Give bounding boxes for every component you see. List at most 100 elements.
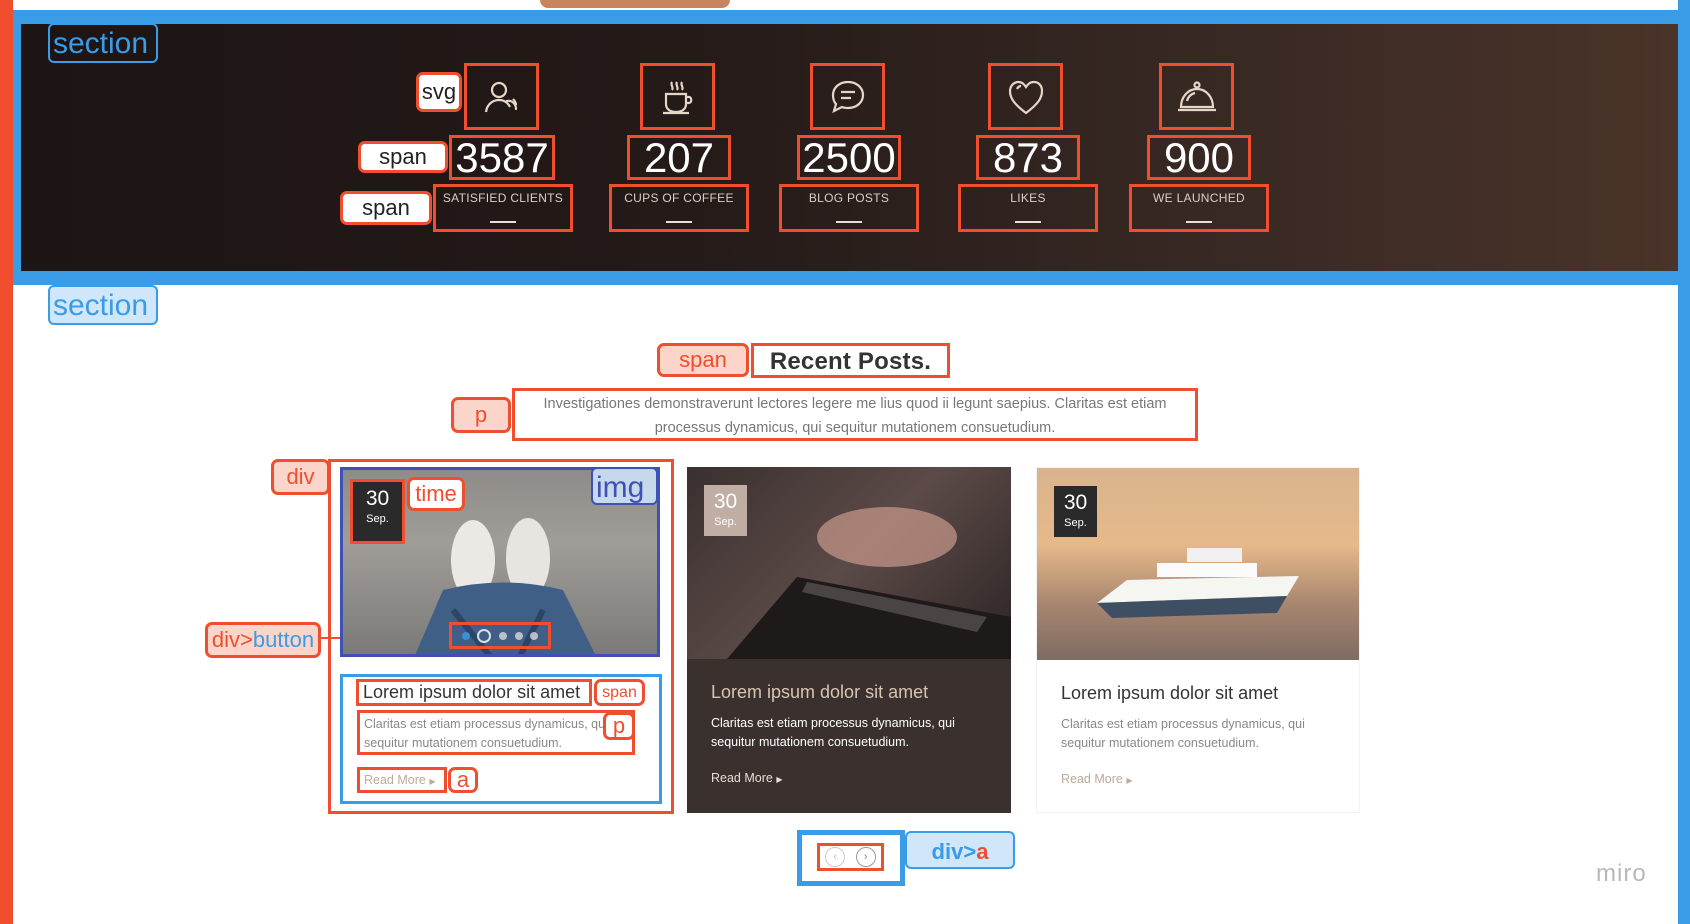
span-tag-number: span	[358, 141, 448, 173]
chevron-left-icon[interactable]: ‹	[825, 847, 846, 867]
post-title: Lorem ipsum dolor sit amet	[1061, 683, 1279, 703]
div-button-tag: div>button	[205, 622, 321, 658]
miro-watermark: miro	[1596, 860, 1647, 887]
span-tag-label-text: span	[362, 195, 410, 220]
carousel-dot[interactable]	[498, 631, 507, 640]
excerpt-line: Claritas est etiam processus dynamicus, …	[1061, 717, 1305, 731]
carousel-nav-links: ‹ ›	[817, 843, 884, 871]
post-excerpt: Claritas est etiam processus dynamicus, …	[1061, 715, 1305, 753]
a-tag-card: a	[448, 767, 478, 793]
stat-label-text: LIKES	[1010, 191, 1046, 205]
stat-divider	[1015, 221, 1041, 223]
read-more-link[interactable]: Read More ▶	[1061, 772, 1132, 786]
post-day: 30	[1063, 491, 1088, 514]
post-excerpt: Claritas est etiam processus dynamicus, …	[357, 710, 635, 755]
a-tag-card-text: a	[456, 767, 470, 792]
read-more-link[interactable]: Read More ▶	[357, 767, 447, 793]
p-tag-text: p	[474, 402, 488, 427]
div-a-tag: div>a	[905, 831, 1015, 869]
div-tag-text: div	[286, 464, 315, 489]
excerpt-line: Claritas est etiam processus dynamicus, …	[711, 716, 955, 730]
excerpt-line: Claritas est etiam processus dynamicus, …	[364, 717, 608, 731]
coffee-cup-icon	[640, 63, 715, 130]
heart-icon	[988, 63, 1063, 130]
section-tag-text: section	[53, 289, 149, 322]
div-button-tag-prefix: div>	[211, 627, 253, 652]
stat-label-text: BLOG POSTS	[808, 191, 890, 205]
recent-posts-title: Recent Posts.	[751, 343, 950, 378]
post-date: 30 Sep.	[704, 485, 747, 536]
stat-label: WE LAUNCHED	[1129, 184, 1269, 232]
description-line: processus dynamicus, qui sequitur mutati…	[654, 420, 1056, 436]
stat-divider	[836, 221, 862, 223]
span-tag-title: span	[657, 343, 749, 377]
div-button-tag-suffix: button	[252, 627, 315, 652]
carousel-dot[interactable]	[530, 631, 539, 640]
div-tag: div	[271, 459, 330, 495]
stat-label: CUPS OF COFFEE	[609, 184, 749, 232]
section-tag: section	[48, 23, 158, 63]
p-tag-card-text: p	[612, 713, 626, 738]
stat-divider	[1186, 221, 1212, 223]
post-card: 30 Sep. Lorem ipsum dolor sit amet Clari…	[1036, 467, 1360, 813]
description-line: Investigationes demonstraverunt lectores…	[543, 396, 1167, 412]
caret-right-icon: ▶	[776, 775, 783, 784]
read-more-text[interactable]: Read More	[364, 773, 426, 787]
stat-number: 3587	[449, 135, 555, 180]
read-more-text[interactable]: Read More	[711, 771, 773, 785]
chevron-right-icon[interactable]: ›	[855, 847, 876, 867]
excerpt-line: sequitur mutationem consuetudium.	[711, 735, 910, 749]
carousel-dot[interactable]	[514, 631, 523, 640]
div-a-tag-prefix: div>	[931, 839, 977, 864]
section-outline-side	[13, 10, 21, 285]
carousel-dots[interactable]	[449, 622, 551, 649]
chat-bubble-icon	[810, 63, 885, 130]
cloche-icon	[1159, 63, 1234, 130]
post-excerpt: Claritas est etiam processus dynamicus, …	[711, 714, 955, 752]
stat-number: 207	[627, 135, 731, 180]
carousel-dot[interactable]	[461, 631, 470, 640]
div-a-tag-suffix: a	[976, 839, 989, 864]
hero-image-edge	[540, 0, 730, 8]
img-tag-text: img	[596, 471, 645, 504]
read-more-text[interactable]: Read More	[1061, 772, 1123, 786]
read-more-link[interactable]: Read More ▶	[711, 771, 782, 785]
post-day: 30	[365, 487, 390, 510]
stat-label-text: WE LAUNCHED	[1153, 191, 1245, 205]
span-tag-card-text: span	[602, 684, 637, 701]
span-tag-card: span	[594, 679, 645, 706]
post-title: Lorem ipsum dolor sit amet	[356, 679, 592, 706]
post-title: Lorem ipsum dolor sit amet	[711, 682, 929, 702]
caret-right-icon: ▶	[1126, 776, 1133, 785]
post-day: 30	[713, 490, 738, 513]
carousel-dot[interactable]	[477, 628, 492, 643]
stat-label: SATISFIED CLIENTS	[433, 184, 573, 232]
svg-tag: svg	[416, 72, 462, 112]
stat-number: 900	[1147, 135, 1251, 180]
section-tag: section	[48, 285, 158, 325]
svg-tag-text: svg	[421, 79, 457, 104]
img-tag: img	[591, 467, 658, 505]
span-tag-number-text: span	[379, 144, 427, 169]
right-frame-bar	[1678, 0, 1690, 924]
p-tag-card: p	[603, 712, 635, 740]
stat-number: 873	[976, 135, 1080, 180]
stat-number: 2500	[797, 135, 901, 180]
post-card: 30 Sep. Lorem ipsum dolor sit amet Clari…	[687, 467, 1011, 813]
stat-label-text: CUPS OF COFFEE	[624, 191, 734, 205]
excerpt-line: sequitur mutationem consuetudium.	[1061, 736, 1260, 750]
p-tag: p	[451, 397, 511, 433]
stat-divider	[490, 221, 516, 223]
section-outline-divider	[13, 271, 1678, 285]
post-month: Sep.	[366, 513, 389, 525]
post-month: Sep.	[714, 516, 737, 528]
span-tag-label: span	[340, 191, 432, 225]
user-icon	[464, 63, 539, 130]
caret-right-icon: ▶	[429, 777, 436, 786]
stat-label-text: SATISFIED CLIENTS	[442, 191, 564, 205]
section-tag-text: section	[53, 27, 149, 60]
span-tag-title-text: span	[679, 347, 727, 372]
excerpt-line: sequitur mutationem consuetudium.	[364, 736, 563, 750]
stat-label: BLOG POSTS	[779, 184, 919, 232]
recent-posts-description: Investigationes demonstraverunt lectores…	[512, 388, 1198, 441]
